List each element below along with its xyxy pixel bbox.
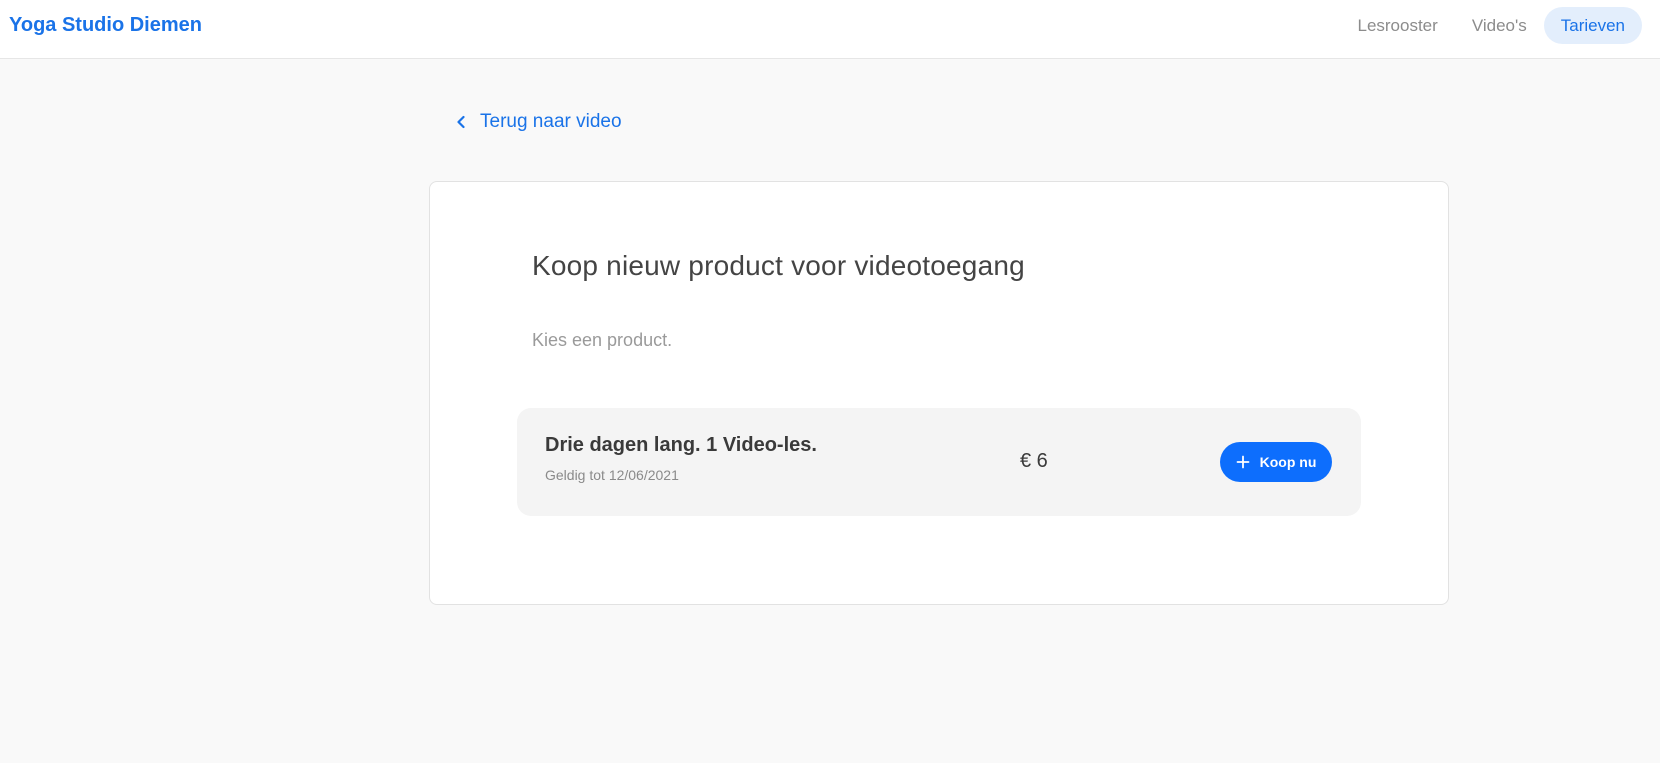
product-price: € 6 [1020, 450, 1048, 472]
top-navbar: Yoga Studio Diemen Lesrooster Video's Ta… [0, 0, 1660, 59]
brand-logo[interactable]: Yoga Studio Diemen [9, 14, 202, 37]
plus-icon [1236, 455, 1250, 469]
buy-now-button[interactable]: Koop nu [1220, 442, 1332, 482]
product-validity: Geldig tot 12/06/2021 [545, 467, 679, 483]
nav-item-tarieven[interactable]: Tarieven [1543, 7, 1642, 44]
nav-item-videos[interactable]: Video's [1455, 7, 1544, 44]
page-subtitle: Kies een product. [532, 330, 673, 350]
product-item: Drie dagen lang. 1 Video-les. Geldig tot… [517, 408, 1361, 516]
chevron-left-icon [455, 114, 467, 130]
buy-now-label: Koop nu [1259, 454, 1317, 470]
main-nav: Lesrooster Video's Tarieven [1340, 7, 1642, 44]
product-card: Koop nieuw product voor videotoegang Kie… [429, 181, 1449, 605]
product-name: Drie dagen lang. 1 Video-les. [545, 434, 817, 456]
nav-item-lesrooster[interactable]: Lesrooster [1340, 7, 1454, 44]
page-title: Koop nieuw product voor videotoegang [532, 250, 1025, 281]
back-to-video-link[interactable]: Terug naar video [455, 111, 622, 133]
back-link-label: Terug naar video [480, 111, 622, 132]
